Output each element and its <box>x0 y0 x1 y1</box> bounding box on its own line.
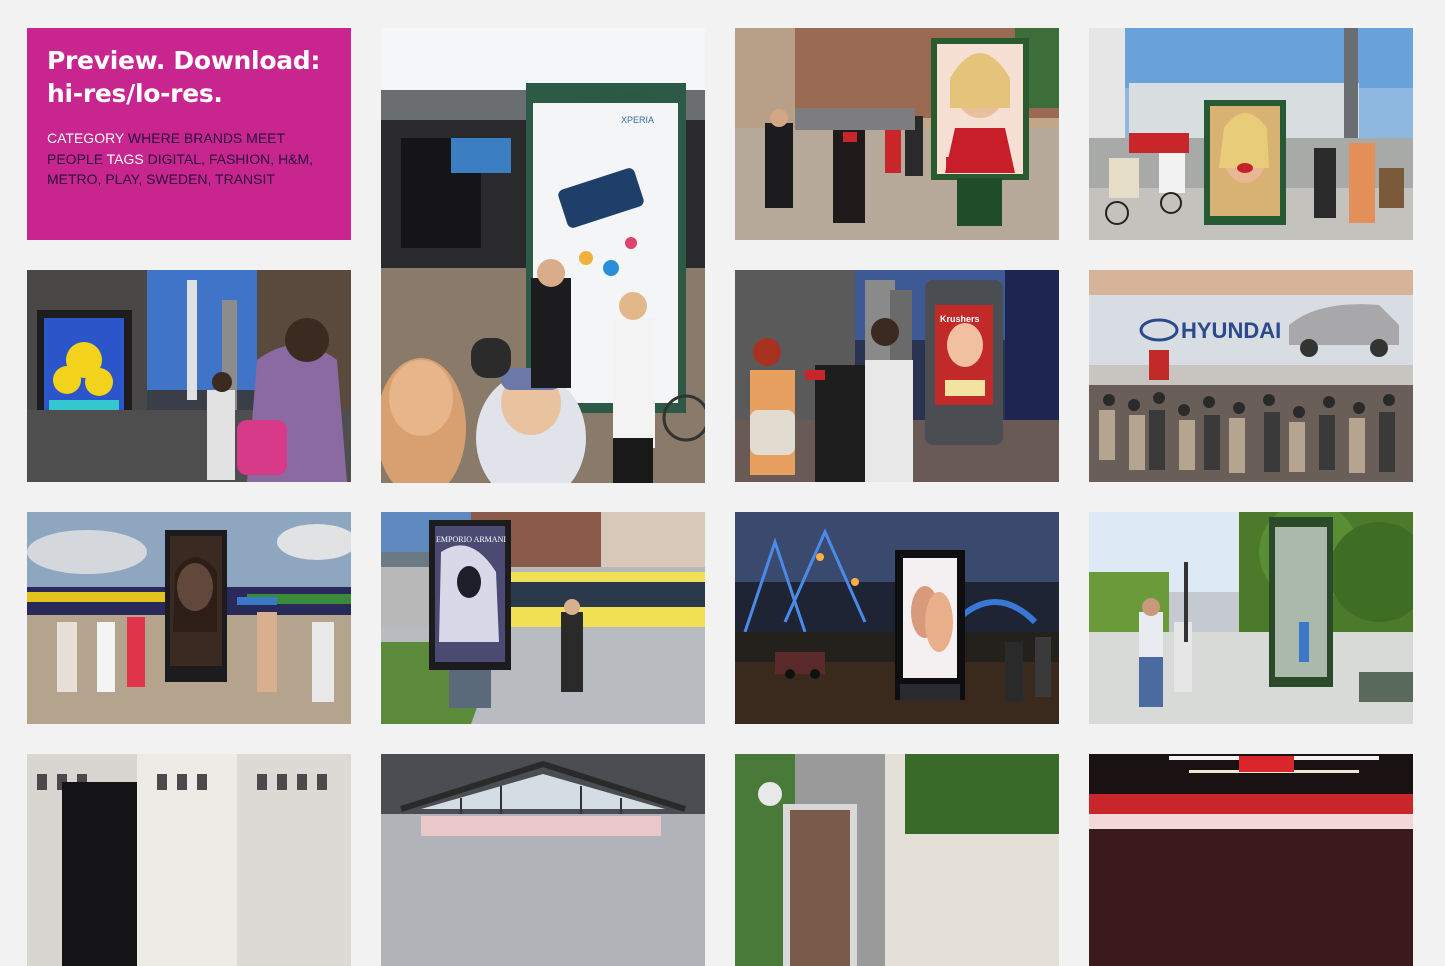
tags-label: TAGS <box>106 150 144 167</box>
photo-beach-poster[interactable] <box>27 512 351 724</box>
photo-night-digital-screen[interactable] <box>735 512 1059 724</box>
photo-simpsons-digital-screen[interactable]: THE SIMPSONS <box>27 270 351 482</box>
svg-text:CLEARCHANNEL: CLEARCHANNEL <box>581 90 654 100</box>
photo-park-glass-panel[interactable] <box>1089 512 1413 724</box>
photo-emporio-armani-tram[interactable]: EMPORIO ARMANI <box>381 512 705 724</box>
post-meta: CATEGORY WHERE BRANDS MEET PEOPLE TAGS D… <box>47 128 331 190</box>
category-label: CATEGORY <box>47 130 125 146</box>
photo-bike-street-ad[interactable] <box>1089 28 1413 240</box>
photo-building-street[interactable] <box>27 754 351 966</box>
gallery-grid: Preview. Download: hi-res/lo-res. CATEGO… <box>0 0 1445 966</box>
photo-metro-station[interactable] <box>1089 754 1413 966</box>
svg-text:Krushers: Krushers <box>940 314 980 324</box>
photo-hyundai-station[interactable]: HYUNDAI <box>1089 270 1413 482</box>
svg-text:EMPORIO ARMANI: EMPORIO ARMANI <box>436 535 506 544</box>
photo-lindex-street[interactable]: LINDEX <box>735 28 1059 240</box>
svg-text:XPERIA: XPERIA <box>621 115 654 125</box>
photo-glass-roof-hall[interactable] <box>381 754 705 966</box>
photo-tree-street-poster[interactable] <box>735 754 1059 966</box>
page-title: Preview. Download: hi-res/lo-res. <box>47 46 321 108</box>
photo-kiosk-poster[interactable]: Krushers <box>735 270 1059 482</box>
svg-text:LINDEX: LINDEX <box>945 155 1004 172</box>
info-card: Preview. Download: hi-res/lo-res. CATEGO… <box>27 28 351 240</box>
photo-xperia-transit[interactable]: XPERIA CLEARCHANNEL <box>381 28 705 483</box>
svg-text:HYUNDAI: HYUNDAI <box>1181 318 1281 343</box>
